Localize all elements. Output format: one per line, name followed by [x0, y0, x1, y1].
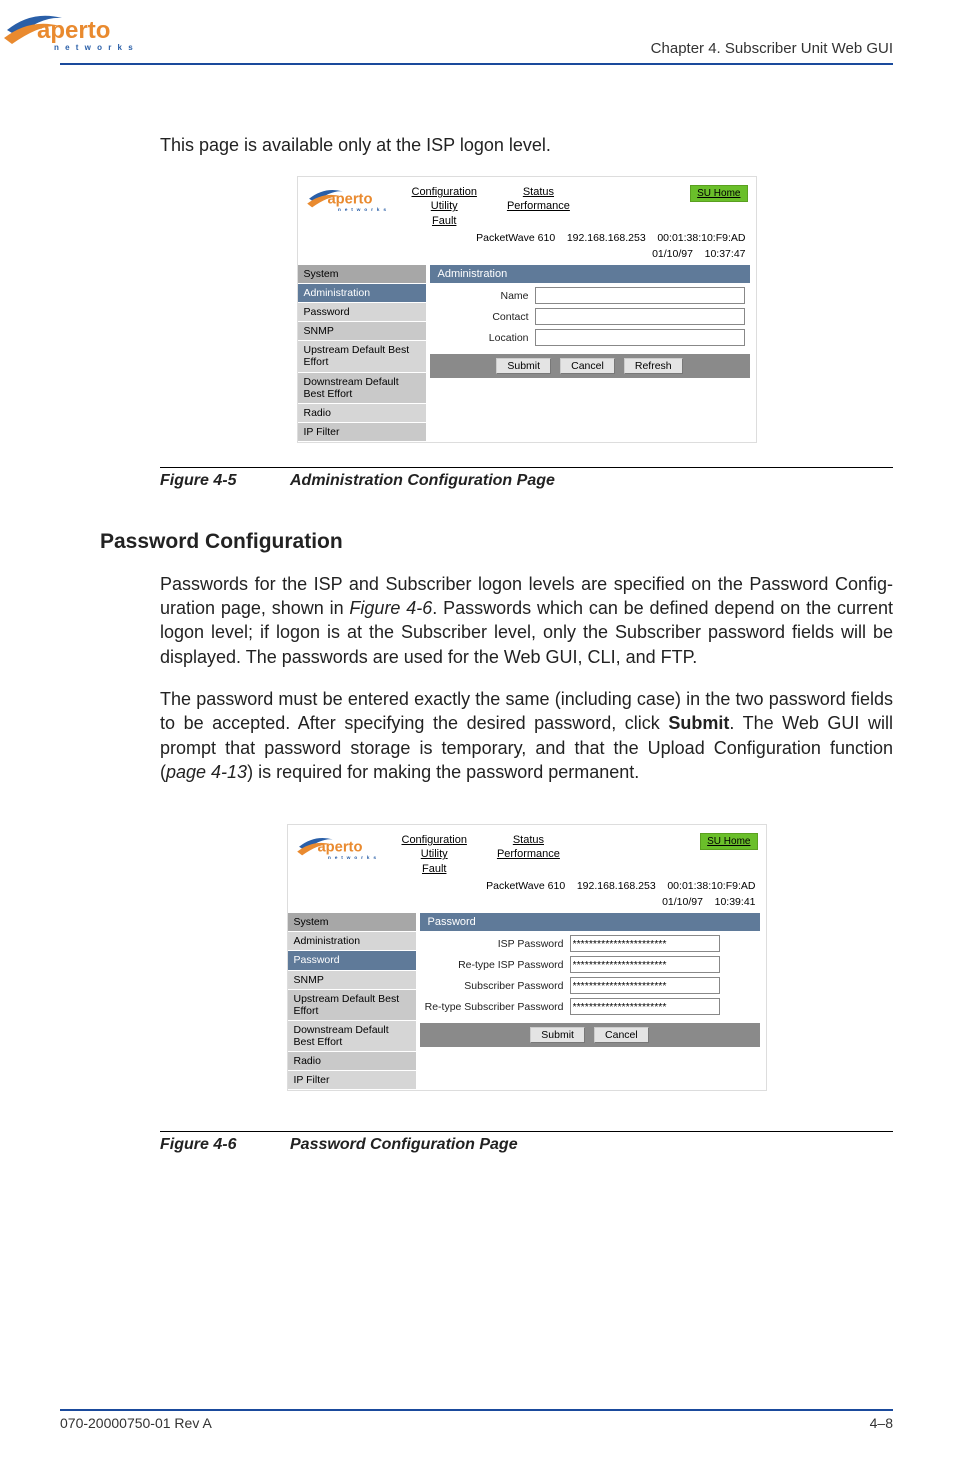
cancel-button[interactable]: Cancel [594, 1027, 649, 1043]
sidebar-item-radio[interactable]: Radio [288, 1052, 416, 1071]
nav-performance[interactable]: Performance [497, 847, 560, 861]
panel-title: Password [420, 913, 760, 931]
refresh-button[interactable]: Refresh [624, 358, 683, 374]
figure-4-5-screenshot: aperto n e t w o r k s Configuration Uti… [297, 176, 757, 443]
nav-configuration[interactable]: Configuration [402, 833, 467, 847]
label-subscriber-password: Subscriber Password [420, 980, 570, 992]
subscriber-password-input[interactable] [570, 977, 720, 994]
svg-text:aperto: aperto [327, 192, 372, 208]
sidebar-menu: System Administration Password SNMP Upst… [298, 265, 426, 442]
contact-input[interactable] [535, 308, 745, 325]
heading-password-configuration: Password Configuration [100, 530, 893, 554]
sidebar-item-downstream[interactable]: Downstream Default Best Effort [288, 1021, 416, 1052]
sidebar-item-snmp[interactable]: SNMP [298, 322, 426, 341]
aperto-logo-icon: aperto n e t w o r k s [296, 831, 388, 868]
datetime-line: 01/10/97 10:39:41 [288, 894, 766, 910]
sidebar-menu: System Administration Password SNMP Upst… [288, 913, 416, 1090]
location-input[interactable] [535, 329, 745, 346]
label-contact: Contact [430, 311, 535, 323]
retype-isp-password-input[interactable] [570, 956, 720, 973]
footer-page-number: 4–8 [870, 1415, 893, 1431]
svg-text:aperto: aperto [37, 17, 110, 44]
cancel-button[interactable]: Cancel [560, 358, 615, 374]
label-location: Location [430, 332, 535, 344]
sidebar-item-snmp[interactable]: SNMP [288, 971, 416, 990]
submit-button[interactable]: Submit [496, 358, 551, 374]
name-input[interactable] [535, 287, 745, 304]
su-home-button[interactable]: SU Home [690, 185, 747, 202]
sidebar-item-radio[interactable]: Radio [298, 404, 426, 423]
nav-fault[interactable]: Fault [402, 862, 467, 876]
sidebar-item-upstream[interactable]: Upstream Default Best Effort [288, 990, 416, 1021]
svg-text:n e t w o r k s: n e t w o r k s [54, 43, 135, 52]
sidebar-item-upstream[interactable]: Upstream Default Best Effort [298, 341, 426, 372]
nav-status[interactable]: Status [507, 185, 570, 199]
sidebar-item-administration[interactable]: Administration [298, 284, 426, 303]
aperto-logo-icon: aperto n e t w o r k s [306, 183, 398, 220]
panel-title: Administration [430, 265, 750, 283]
figure-4-6-caption: Figure 4-6Password Configuration Page [160, 1136, 893, 1154]
label-name: Name [430, 290, 535, 302]
nav-performance[interactable]: Performance [507, 199, 570, 213]
nav-configuration[interactable]: Configuration [412, 185, 477, 199]
footer-doc-id: 070-20000750-01 Rev A [60, 1415, 212, 1431]
svg-text:n e t w o r k s: n e t w o r k s [327, 855, 376, 861]
isp-password-input[interactable] [570, 935, 720, 952]
label-retype-isp-password: Re-type ISP Password [420, 959, 570, 971]
nav-utility[interactable]: Utility [402, 847, 467, 861]
sidebar-item-administration[interactable]: Administration [288, 932, 416, 951]
nav-utility[interactable]: Utility [412, 199, 477, 213]
datetime-line: 01/10/97 10:37:47 [298, 246, 756, 262]
aperto-logo-header: aperto n e t w o r k s [2, 8, 152, 61]
para-2: The password must be entered exactly the… [160, 687, 893, 784]
submit-button[interactable]: Submit [530, 1027, 585, 1043]
retype-subscriber-password-input[interactable] [570, 998, 720, 1015]
su-home-button[interactable]: SU Home [700, 833, 757, 850]
figure-rule [160, 1131, 893, 1132]
svg-text:n e t w o r k s: n e t w o r k s [337, 207, 386, 213]
sidebar-item-system[interactable]: System [298, 265, 426, 284]
nav-fault[interactable]: Fault [412, 214, 477, 228]
footer-rule [60, 1409, 893, 1411]
svg-text:aperto: aperto [317, 840, 362, 856]
sidebar-item-ipfilter[interactable]: IP Filter [298, 423, 426, 442]
figure-rule [160, 467, 893, 468]
para-1: Passwords for the ISP and Subscriber log… [160, 572, 893, 669]
device-info-line: PacketWave 610 192.168.168.253 00:01:38:… [298, 230, 756, 246]
label-isp-password: ISP Password [420, 938, 570, 950]
device-info-line: PacketWave 610 192.168.168.253 00:01:38:… [288, 878, 766, 894]
intro-text: This page is available only at the ISP l… [160, 135, 893, 156]
sidebar-item-password[interactable]: Password [288, 951, 416, 970]
figure-4-6-screenshot: aperto n e t w o r k s Configuration Uti… [287, 824, 767, 1091]
sidebar-item-ipfilter[interactable]: IP Filter [288, 1071, 416, 1090]
figure-4-5-caption: Figure 4-5Administration Configuration P… [160, 472, 893, 490]
label-retype-subscriber-password: Re-type Subscriber Password [420, 1001, 570, 1013]
nav-status[interactable]: Status [497, 833, 560, 847]
header-rule [60, 63, 893, 65]
sidebar-item-downstream[interactable]: Downstream Default Best Effort [298, 373, 426, 404]
sidebar-item-password[interactable]: Password [298, 303, 426, 322]
chapter-header: Chapter 4. Subscriber Unit Web GUI [651, 40, 893, 61]
sidebar-item-system[interactable]: System [288, 913, 416, 932]
